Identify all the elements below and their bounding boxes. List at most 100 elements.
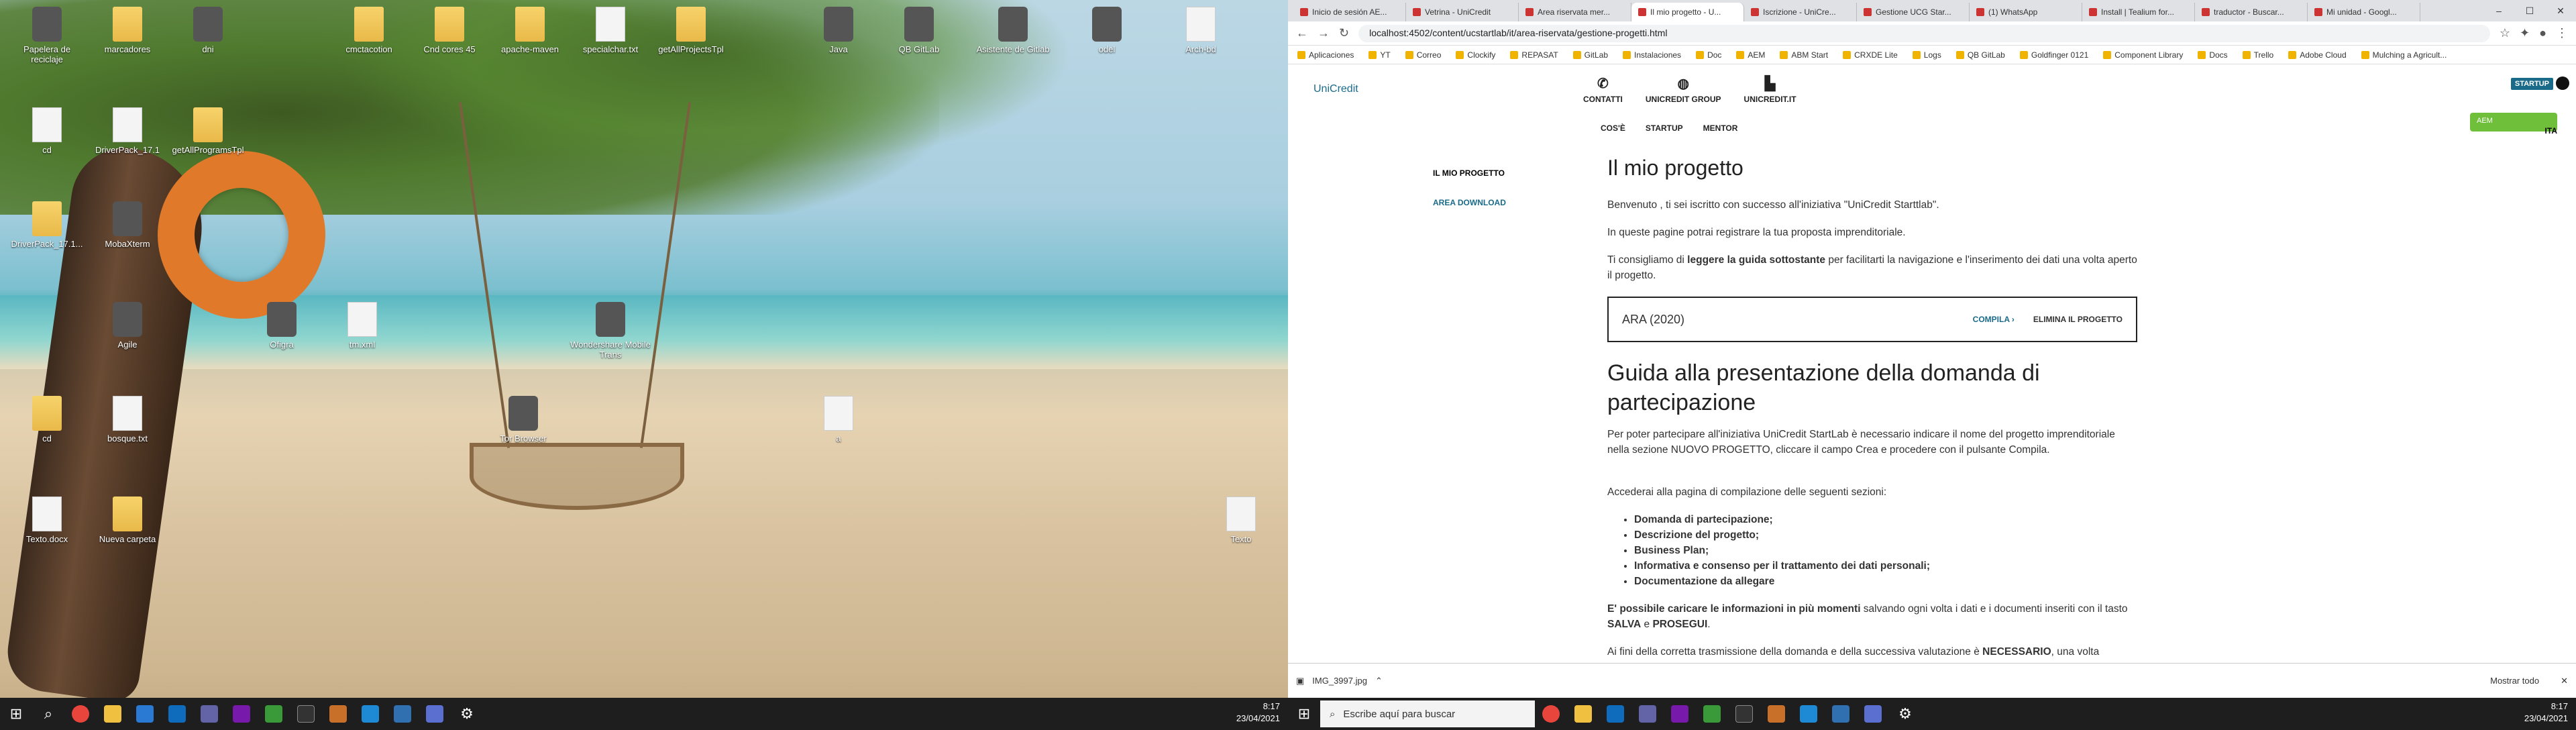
extensions-icon[interactable]: ✦ — [2520, 26, 2530, 40]
app-icon-5[interactable] — [419, 698, 451, 730]
back-icon[interactable]: ← — [1296, 26, 1308, 40]
app-icon-5[interactable] — [1857, 698, 1889, 730]
desktop-icon[interactable]: Wondershare Mobile Trans — [570, 302, 651, 360]
app-icon-4[interactable] — [386, 698, 419, 730]
app-icon-4[interactable] — [1825, 698, 1857, 730]
desktop-icon[interactable]: Texto — [1201, 497, 1281, 544]
show-all-button[interactable]: Mostrar todo — [2490, 676, 2539, 686]
app-icon-2[interactable] — [258, 698, 290, 730]
desktop-icon[interactable]: a — [798, 396, 879, 444]
aem-widget[interactable]: AEM — [2470, 113, 2557, 132]
desktop-icon[interactable]: Agile — [87, 302, 168, 350]
url-input[interactable]: localhost:4502/content/ucstartlab/it/are… — [1358, 24, 2490, 42]
desktop-icon[interactable]: cmctacotion — [329, 7, 409, 54]
bookmark-item[interactable]: AEM — [1736, 50, 1765, 60]
taskbar-search[interactable]: ⌕ Escribe aquí para buscar — [1320, 700, 1535, 727]
windows-start-icon[interactable]: ⊞ — [1288, 698, 1320, 730]
terminal-icon[interactable] — [1728, 698, 1760, 730]
chrome-icon[interactable] — [64, 698, 97, 730]
desktop-icon[interactable]: Asistente de Gitlab — [973, 7, 1053, 54]
gear-icon[interactable]: ⚙ — [1889, 698, 1921, 730]
nav-unicredit-group[interactable]: ◍ UNICREDIT GROUP — [1646, 75, 1721, 104]
windows-start-icon[interactable]: ⊞ — [0, 698, 32, 730]
chevron-up-icon[interactable]: ⌃ — [1375, 676, 1383, 686]
desktop-icon[interactable]: Papelera de reciclaje — [7, 7, 87, 64]
desktop-icon[interactable]: Nueva carpeta — [87, 497, 168, 544]
sidebar-item-area-download[interactable]: AREA DOWNLOAD — [1433, 188, 1506, 217]
bookmark-item[interactable]: Doc — [1696, 50, 1721, 60]
browser-tab[interactable]: traductor - Buscar... — [2195, 3, 2308, 21]
forward-icon[interactable]: → — [1318, 26, 1330, 40]
unicredit-logo[interactable]: UniCredit — [1313, 83, 1358, 95]
desktop-icon[interactable]: Texto.docx — [7, 497, 87, 544]
minimize-icon[interactable]: – — [2483, 0, 2514, 21]
user-icon[interactable] — [2556, 76, 2569, 90]
desktop-icon[interactable]: getAllProjectsTpl — [651, 7, 731, 54]
vscode-icon[interactable] — [354, 698, 386, 730]
bookmark-item[interactable]: GitLab — [1572, 50, 1608, 60]
star-icon[interactable]: ☆ — [2500, 26, 2510, 40]
onenote-icon[interactable] — [1664, 698, 1696, 730]
bookmark-item[interactable]: CRXDE Lite — [1843, 50, 1898, 60]
teams-icon[interactable] — [193, 698, 225, 730]
app-icon-3[interactable] — [322, 698, 354, 730]
outlook-icon[interactable] — [1599, 698, 1631, 730]
browser-tab[interactable]: Il mio progetto - U... — [1631, 3, 1744, 21]
browser-tab[interactable]: Install | Tealium for... — [2082, 3, 2195, 21]
browser-tab[interactable]: Inicio de sesión AE... — [1293, 3, 1406, 21]
desktop-icon[interactable]: bosque.txt — [87, 396, 168, 444]
desktop-icon[interactable]: QB GitLab — [879, 7, 959, 54]
nav-contatti[interactable]: ✆ CONTATTI — [1583, 75, 1623, 104]
bookmark-item[interactable]: Correo — [1405, 50, 1441, 60]
download-item[interactable]: ▣ IMG_3997.jpg ⌃ — [1296, 676, 1444, 686]
reload-icon[interactable]: ↻ — [1339, 26, 1349, 40]
desktop-icon[interactable]: cd — [7, 107, 87, 155]
bookmark-item[interactable]: Trello — [2242, 50, 2273, 60]
onenote-icon[interactable] — [225, 698, 258, 730]
app-icon-1[interactable] — [129, 698, 161, 730]
bookmark-item[interactable]: ABM Start — [1780, 50, 1828, 60]
vscode-icon[interactable] — [1792, 698, 1825, 730]
desktop-icon[interactable]: Ofigra — [241, 302, 322, 350]
app-icon-3[interactable] — [1760, 698, 1792, 730]
desktop-icon[interactable]: DriverPack_17.1... — [7, 201, 87, 249]
compila-button[interactable]: COMPILA › — [1973, 312, 2015, 327]
browser-tab[interactable]: Area riservata mer... — [1519, 3, 1631, 21]
browser-tab[interactable]: Mi unidad - Googl... — [2308, 3, 2420, 21]
desktop-icon[interactable]: tm.xml — [322, 302, 402, 350]
desktop-icon[interactable]: Tor Browser — [483, 396, 564, 444]
desktop-icon[interactable]: Cnd cores 45 — [409, 7, 490, 54]
desktop-icon[interactable]: Java — [798, 7, 879, 54]
desktop-icon[interactable]: Arch-bd — [1161, 7, 1241, 54]
browser-tab[interactable]: Vetrina - UniCredit — [1406, 3, 1519, 21]
bookmark-item[interactable]: QB GitLab — [1955, 50, 2005, 60]
subnav-startup[interactable]: STARTUP — [1646, 123, 1683, 133]
menu-icon[interactable]: ⋮ — [2556, 26, 2568, 40]
maximize-icon[interactable]: ☐ — [2514, 0, 2545, 21]
browser-tab[interactable]: (1) WhatsApp — [1970, 3, 2082, 21]
subnav-mentor[interactable]: MENTOR — [1703, 123, 1738, 133]
bookmark-item[interactable]: YT — [1368, 50, 1391, 60]
bookmark-item[interactable]: Aplicaciones — [1297, 50, 1354, 60]
desktop-icon[interactable]: apache-maven — [490, 7, 570, 54]
bookmark-item[interactable]: Instalaciones — [1623, 50, 1681, 60]
desktop-icon[interactable]: DriverPack_17.1 — [87, 107, 168, 155]
browser-tab[interactable]: Gestione UCG Star... — [1857, 3, 1970, 21]
startup-badge[interactable]: STARTUP — [2510, 78, 2553, 90]
terminal-icon[interactable] — [290, 698, 322, 730]
bookmark-item[interactable]: Adobe Cloud — [2288, 50, 2347, 60]
bookmark-item[interactable]: Logs — [1912, 50, 1941, 60]
bookmark-item[interactable]: Clockify — [1456, 50, 1495, 60]
desktop-icon[interactable]: marcadores — [87, 7, 168, 54]
gear-icon[interactable]: ⚙ — [451, 698, 483, 730]
file-explorer-icon[interactable] — [97, 698, 129, 730]
bookmark-item[interactable]: Docs — [2198, 50, 2228, 60]
browser-tab[interactable]: Iscrizione - UniCre... — [1744, 3, 1857, 21]
teams-icon[interactable] — [1631, 698, 1664, 730]
sidebar-item-il-mio-progetto[interactable]: IL MIO PROGETTO — [1433, 158, 1506, 188]
elimina-button[interactable]: ELIMINA IL PROGETTO — [2033, 312, 2123, 327]
clock[interactable]: 8:17 23/04/2021 — [2524, 700, 2568, 725]
bookmark-item[interactable]: Mulching a Agricult... — [2361, 50, 2447, 60]
nav-unicredit-it[interactable]: ▙ UNICREDIT.IT — [1744, 75, 1796, 104]
app-icon-2[interactable] — [1696, 698, 1728, 730]
